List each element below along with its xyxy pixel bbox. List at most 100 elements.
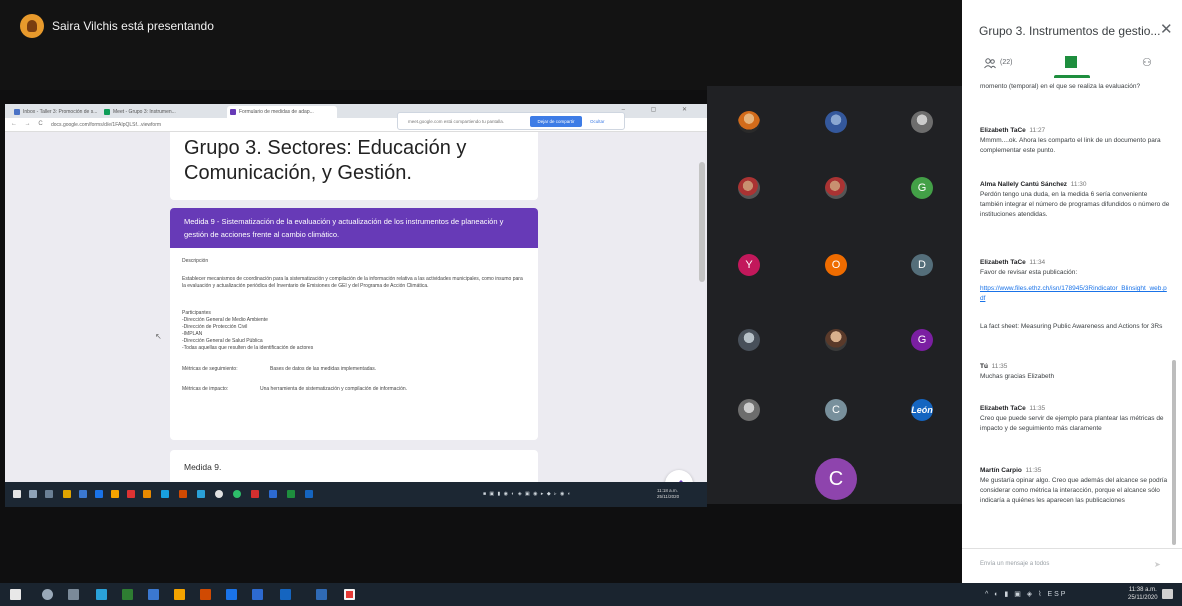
taskbar-app-icon[interactable] [79,490,87,498]
taskbar-app-icon[interactable] [280,589,291,600]
chrome-icon[interactable] [215,490,223,498]
participant-tile[interactable]: Y [738,254,760,276]
stop-sharing-button[interactable]: Dejar de compartir [530,116,582,127]
section-header: Medida 9 - Sistematización de la evaluac… [170,208,538,248]
participant-item: -Dirección General de Salud Pública [182,338,263,344]
system-tray-icons[interactable]: ■ ▣ ▮ ◉ ◐ ◈ ▣ ◉ ▸ ◆ ▹ ◉ ◐ [483,491,572,497]
participant-tile[interactable]: G [911,329,933,351]
participant-tile[interactable]: D [911,254,933,276]
system-tray[interactable]: ^ ◐ ▮ ▣ ◈ ⌇ ESP [985,590,1067,598]
presenting-bar: Saira Vilchis está presentando [0,0,962,90]
notification-icon[interactable] [1162,589,1173,599]
participant-tile[interactable] [825,111,847,133]
taskbar-app-icon[interactable] [161,490,169,498]
shared-screen: Inbox - Taller 3: Promoción de s... Meet… [5,104,707,507]
share-banner-text: meet.google.com está compartiendo tu pan… [408,119,505,124]
participant-tile[interactable] [911,111,933,133]
message-time: 11:30 [1070,181,1087,188]
chat-message: Elizabeth TaCe 11:34 Favor de revisar es… [980,258,1170,304]
chat-icon[interactable] [1065,56,1077,68]
windows-start-icon[interactable] [10,589,21,600]
taskbar-app-icon[interactable] [148,589,159,600]
participant-tile[interactable] [738,399,760,421]
message-time: 11:35 [1025,467,1042,474]
participant-tile[interactable]: C [825,399,847,421]
message-text: Mmmm....ok. Ahora les comparto el link d… [980,137,1161,154]
participants-label: Participantes [182,310,211,316]
taskbar-app-icon[interactable] [174,589,185,600]
taskbar-app-icon[interactable] [200,589,211,600]
activities-icon[interactable]: ⚇ [1142,56,1152,69]
whatsapp-icon[interactable] [233,490,241,498]
participant-tile[interactable]: G [911,177,933,199]
hide-button[interactable]: Ocultar [590,119,605,124]
participant-tile[interactable] [738,177,760,199]
tab-label: Inbox - Taller 3: Promoción de s... [23,109,98,115]
taskbar-app-icon[interactable] [197,490,205,498]
message-text: Favor de revisar esta publicación: [980,269,1078,276]
taskbar-app-icon[interactable] [111,490,119,498]
self-tile-avatar[interactable]: C [815,458,857,500]
windows-start-icon[interactable] [13,490,21,498]
inner-time: 11:18 a.m. [657,488,678,493]
chat-message: Tú 11:35 Muchas gracias Elizabeth [980,362,1170,382]
chat-scrollbar[interactable] [1172,360,1176,545]
participant-tile[interactable] [825,329,847,351]
nav-buttons[interactable]: ← → C [11,121,46,127]
language-indicator[interactable]: ESP [1047,591,1067,598]
taskbar-app-icon[interactable] [269,490,277,498]
taskbar-app-icon[interactable] [96,589,107,600]
form-title-card: Grupo 3. Sectores: Educación y Comunicac… [170,132,538,200]
clock[interactable]: 11:38 a.m. 25/11/2020 [1128,586,1158,602]
metric-impact-label: Métricas de impacto: [182,386,229,392]
message-author: Alma Nallely Cantú Sánchez [980,181,1068,188]
chat-message: momento (temporal) en el que se realiza … [980,82,1170,92]
taskbar-app-icon[interactable] [251,490,259,498]
taskbar-app-icon[interactable] [344,589,355,600]
mouse-cursor-icon: ↖ [155,332,162,341]
taskbar-app-icon[interactable] [316,589,327,600]
people-icon[interactable] [984,57,996,69]
taskbar-app-icon[interactable] [95,490,103,498]
taskbar-app-icon[interactable] [287,490,295,498]
taskbar-app-icon[interactable] [143,490,151,498]
share-banner: meet.google.com está compartiendo tu pan… [397,112,625,130]
chat-messages: momento (temporal) en el que se realiza … [962,82,1182,532]
page-scrollbar[interactable] [699,162,705,282]
chat-input[interactable]: Envía un mensaje a todos ➤ [962,548,1182,583]
taskbar-app-icon[interactable] [127,490,135,498]
browser-tab[interactable]: Inbox - Taller 3: Promoción de s... [11,106,99,118]
window-controls[interactable]: – ▢ ✕ [622,106,699,113]
participant-tile[interactable]: O [825,254,847,276]
inner-date: 25/11/2020 [657,494,680,499]
participant-tile[interactable] [825,177,847,199]
message-link[interactable]: https://www.files.ethz.ch/isn/178945/3Ri… [980,285,1167,302]
browser-tab[interactable]: Meet - Grupo 3: Instrumen... [101,106,193,118]
section-title: Medida 9 - Sistematización de la evaluac… [184,217,504,239]
browser-tab-active[interactable]: Formulario de medidas de adap... [227,106,337,118]
taskbar-app-icon[interactable] [252,589,263,600]
tab-label: Meet - Grupo 3: Instrumen... [113,109,176,115]
taskbar-app-icon[interactable] [122,589,133,600]
panel-tabs: (22) ⚇ [962,50,1182,78]
taskbar-app-icon[interactable] [305,490,313,498]
participant-grid [707,86,963,504]
taskbar-app-icon[interactable] [226,589,237,600]
participant-tile[interactable] [738,329,760,351]
close-icon[interactable]: ✕ [1160,20,1173,38]
message-time: 11:35 [1029,405,1046,412]
message-text: Muchas gracias Elizabeth [980,373,1055,380]
participant-tile[interactable] [738,111,760,133]
participant-item: -Todas aquellas que resulten de la ident… [182,345,314,351]
send-icon[interactable]: ➤ [1154,560,1164,570]
taskbar-app-icon[interactable] [63,490,71,498]
search-icon[interactable] [29,490,37,498]
message-text: Me gustaría opinar algo. Creo que además… [980,477,1168,504]
taskbar-app-icon[interactable] [179,490,187,498]
windows-taskbar: ^ ◐ ▮ ▣ ◈ ⌇ ESP 11:38 a.m. 25/11/2020 [0,583,1182,606]
task-view-icon[interactable] [45,490,53,498]
task-view-icon[interactable] [68,589,79,600]
message-text: La fact sheet: Measuring Public Awarenes… [980,323,1163,330]
search-icon[interactable] [42,589,53,600]
participant-tile[interactable]: León [911,399,933,421]
